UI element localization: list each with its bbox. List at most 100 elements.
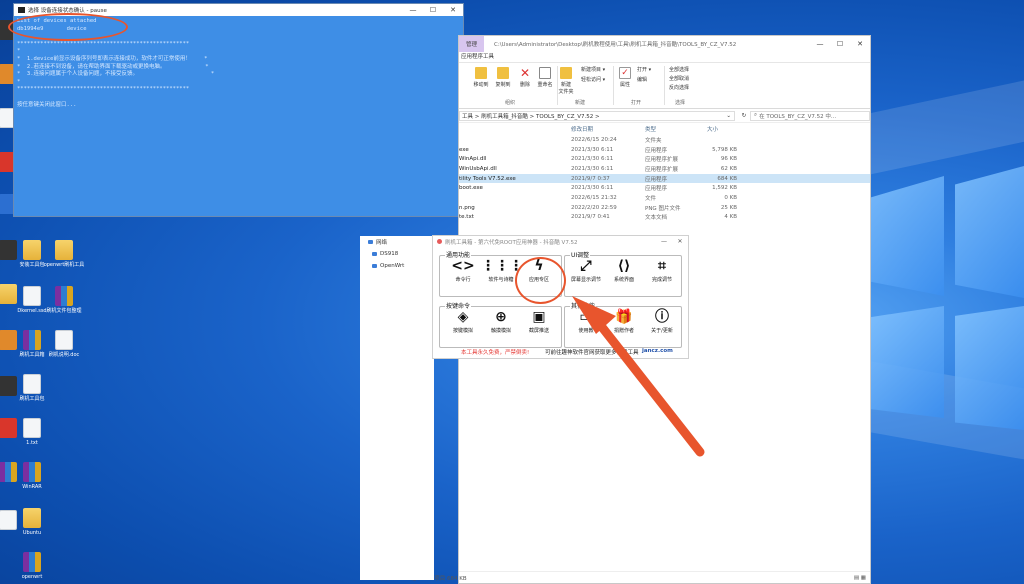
column-header-type[interactable]: 类型 (645, 125, 707, 133)
manage-tab[interactable]: 管理 (459, 36, 485, 52)
move-to-button[interactable]: 移动到 (471, 67, 491, 88)
file-row[interactable]: te.txt 2021/9/7 0:41 文本文档 4 KB (459, 213, 870, 223)
file-row[interactable]: WinApi.dll 2021/3/30 6:11 应用程序扩展 96 KB (459, 154, 870, 164)
key-simulate-button[interactable]: ◈ 按键模拟 (443, 309, 483, 334)
system-ui-icon: ⟨⟩ (617, 258, 631, 274)
key-simulate-icon: ◈ (457, 309, 469, 325)
desktop-icon[interactable]: 刷机说明.doc (42, 330, 86, 358)
footer-site-link[interactable]: jancz.com (642, 348, 673, 354)
ribbon: 移动到 复制到 ✕ 删除 重命名 新建 文件夹 新建项目 ▾ 轻松访问 ▾ ✓ 属性… (459, 62, 870, 109)
file-row[interactable]: n.png 2022/2/20 22:59 PNG 图片文件 25 KB (459, 203, 870, 213)
file-row[interactable]: 2022/6/15 20:24 文件夹 (459, 135, 870, 145)
desktop-icon[interactable]: 1.txt (10, 418, 54, 446)
desktop-icon[interactable]: 刷机文件包整理 (42, 286, 86, 314)
close-icon[interactable]: ✕ (850, 40, 870, 48)
maximize-icon[interactable]: ☐ (830, 40, 850, 48)
finish-adjust-button[interactable]: ⌗ 完成调节 (642, 258, 682, 283)
toolbox-titlebar[interactable]: 刷机工具箱 - 第六代免ROOT应用神器 - 抖音酷 V7.52 — ✕ (433, 236, 688, 247)
rename-button[interactable]: 重命名 (535, 67, 555, 88)
console-line: 按任意键关闭此窗口... (17, 101, 77, 108)
search-icon: ⌕ (754, 112, 758, 118)
system-ui-button[interactable]: ⟨⟩ 系统界面 (604, 258, 644, 283)
file-date: 2021/9/7 0:37 (571, 175, 610, 182)
close-icon[interactable]: ✕ (672, 238, 688, 245)
desktop-icon[interactable]: Ubuntu (10, 508, 54, 536)
new-item-button[interactable]: 新建项目 ▾ (581, 66, 605, 73)
file-row[interactable]: 2022/6/15 21:32 文件 0 KB (459, 193, 870, 203)
edit-button[interactable]: 编辑 (637, 76, 647, 83)
nav-item-openwrt[interactable]: OpenWrt (360, 260, 434, 272)
file-date: 2022/6/15 21:32 (571, 194, 617, 201)
desktop-icon-label: openwrt (21, 574, 43, 580)
file-size: 96 KB (720, 156, 737, 163)
network-icon (368, 240, 373, 244)
about-update-button[interactable]: ⓘ 关于/更新 (642, 309, 682, 334)
file-name: WinApi.dll (459, 156, 487, 163)
screenshot-push-button[interactable]: ▣ 截屏推送 (519, 309, 559, 334)
footer-website-note: 可前往趣神软件官网获取更多优质工具 (545, 350, 639, 356)
console-icon (18, 7, 25, 13)
address-bar[interactable]: 工具 > 刷机工具箱_抖音酷 > TOOLS_BY_CZ_V7.52 > ⌄ (459, 110, 735, 121)
desktop-icon-label: 1.txt (26, 440, 38, 446)
minimize-icon[interactable]: — (403, 6, 423, 14)
desktop-icon[interactable]: openwrt刷机工具 (42, 240, 86, 268)
address-row: 工具 > 刷机工具箱_抖音酷 > TOOLS_BY_CZ_V7.52 > ⌄ ↻ … (459, 109, 870, 123)
console-line: * (17, 78, 21, 85)
donate-button[interactable]: 🎁 捐赠作者 (604, 309, 644, 334)
view-toggle-icon[interactable]: ▤ ▦ (854, 575, 870, 581)
toolbox-app-window[interactable]: 刷机工具箱 - 第六代免ROOT应用神器 - 抖音酷 V7.52 — ✕ 通用功能… (433, 236, 688, 358)
desktop-icon[interactable]: WinRAR (10, 462, 54, 490)
screen-display-icon: ⤢ (580, 258, 592, 274)
window-logo-pane (870, 306, 944, 418)
properties-button[interactable]: ✓ 属性 (615, 67, 635, 88)
explorer-titlebar[interactable]: 管理 C:\Users\Administrator\Desktop\刷机教程使用… (459, 36, 870, 52)
button-label: 系统界面 (613, 277, 634, 283)
desktop-icon[interactable]: openwrt (10, 552, 54, 580)
toolbox-title: 刷机工具箱 - 第六代免ROOT应用神器 - 抖音酷 V7.52 (445, 239, 578, 246)
desktop-icon-label: 安装工具包 (19, 262, 45, 268)
file-row[interactable]: boot.exe 2021/3/30 6:11 应用程序 1,592 KB (459, 183, 870, 193)
ribbon-tab[interactable]: 应用程序工具 (459, 52, 870, 62)
button-label: 关于/更新 (651, 328, 673, 334)
about-update-icon: ⓘ (655, 309, 669, 325)
search-input[interactable]: ⌕ 在 TOOLS_BY_CZ_V7.52 中... (750, 110, 870, 121)
delete-button[interactable]: ✕ 删除 (515, 67, 535, 88)
file-name: WinUsbApi.dll (459, 165, 497, 172)
easy-access-button[interactable]: 轻松访问 ▾ (581, 76, 605, 83)
file-type: 应用程序扩展 (645, 166, 679, 173)
nav-item-ds918[interactable]: DS918 (360, 248, 434, 260)
column-header-size[interactable]: 大小 (707, 125, 737, 133)
desktop-icon-label: 刷机工具包 (19, 396, 45, 402)
file-date: 2022/6/15 20:24 (571, 136, 617, 143)
desktop-icon-label: 刷机文件包整理 (46, 308, 82, 314)
invert-selection-button[interactable]: 反向选择 (669, 84, 689, 91)
refresh-icon[interactable]: ↻ (738, 113, 750, 119)
status-bar: 9 个项目 选中 1 个项目 684 KB ▤ ▦ (369, 571, 870, 583)
window-logo-pane (955, 166, 1024, 298)
file-date: 2021/3/30 6:11 (571, 146, 614, 153)
screen-display-button[interactable]: ⤢ 屏幕显示调节 (566, 258, 606, 283)
touch-simulate-icon: ⊕ (495, 309, 507, 325)
select-none-button[interactable]: 全部取消 (669, 75, 689, 82)
desktop-icon-label: 刷机说明.doc (48, 352, 80, 358)
file-row[interactable]: tility Tools V7.52.exe 2021/9/7 0:37 应用程序 6… (459, 173, 870, 184)
tutorial-button[interactable]: ▭ 使用教 (566, 309, 606, 334)
minimize-icon[interactable]: — (810, 40, 830, 48)
command-line-button[interactable]: <> 命令行 (443, 258, 483, 283)
new-folder-button[interactable]: 新建 文件夹 (555, 67, 577, 95)
minimize-icon[interactable]: — (656, 238, 672, 245)
file-row[interactable]: exe 2021/3/30 6:11 应用程序 5,798 KB (459, 145, 870, 155)
file-row[interactable]: WinUsbApi.dll 2021/3/30 6:11 应用程序扩展 62 KB (459, 164, 870, 174)
open-button[interactable]: 打开 ▾ (637, 66, 651, 73)
footer-notice: 本工具永久免费，严禁倒卖! (461, 350, 530, 356)
nav-item-network[interactable]: 网络 (360, 236, 434, 248)
touch-simulate-button[interactable]: ⊕ 触摸模拟 (481, 309, 521, 334)
maximize-icon[interactable]: ☐ (423, 6, 443, 14)
column-header-date[interactable]: 修改日期 (571, 125, 645, 133)
copy-to-button[interactable]: 复制到 (493, 67, 513, 88)
close-icon[interactable]: ✕ (443, 6, 463, 14)
annotation-highlight-oval (8, 13, 128, 41)
button-label: 完成调节 (651, 277, 672, 283)
desktop-icon[interactable]: 刷机工具包 (10, 374, 54, 402)
select-all-button[interactable]: 全部选择 (669, 66, 689, 73)
